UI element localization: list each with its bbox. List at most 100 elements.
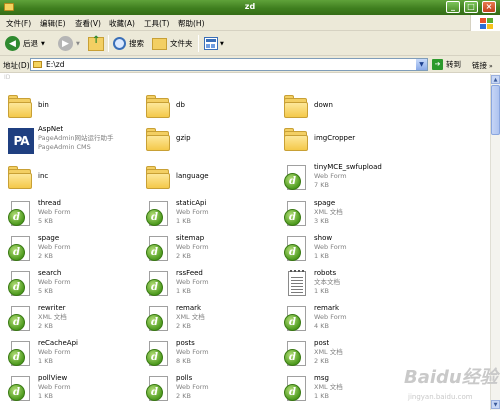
file-text: msg XML 文档 1 KB — [314, 374, 343, 401]
web-form-file-icon: d — [6, 200, 34, 228]
windows-logo-icon — [470, 15, 500, 31]
web-form-file-icon: d — [282, 164, 310, 192]
menu-tools[interactable]: 工具(T) — [144, 18, 169, 29]
web-form-file-icon: d — [6, 375, 34, 403]
go-button[interactable]: ➔ 转到 — [432, 58, 461, 71]
web-form-file-icon: d — [144, 340, 172, 368]
file-name: imgCropper — [314, 134, 356, 142]
app-icon: PA — [6, 126, 34, 154]
folder-item[interactable]: bin — [2, 91, 137, 125]
file-text: post XML 文档 2 KB — [314, 339, 343, 366]
file-name: robots — [314, 269, 337, 277]
file-item[interactable]: d remark XML 文档 2 KB — [140, 303, 275, 337]
file-text: polls Web Form 2 KB — [176, 374, 209, 401]
file-text: posts Web Form 8 KB — [176, 339, 209, 366]
file-item[interactable]: d remark Web Form 4 KB — [278, 303, 413, 337]
file-text: bin — [38, 101, 49, 110]
folder-item[interactable]: inc — [2, 162, 137, 196]
file-detail: 1 KB — [38, 357, 53, 365]
minimize-button[interactable]: _ — [446, 1, 460, 13]
file-item[interactable]: d search Web Form 5 KB — [2, 268, 137, 302]
forward-button[interactable]: ▶ ▼ — [58, 34, 80, 53]
search-label: 搜索 — [129, 39, 144, 48]
file-detail: 2 KB — [176, 322, 191, 330]
file-text: robots 文本文档 1 KB — [314, 269, 340, 296]
file-detail: 5 KB — [38, 217, 53, 225]
file-type: Web Form — [176, 278, 209, 286]
file-item[interactable]: d reCacheApi Web Form 1 KB — [2, 338, 137, 372]
file-item[interactable]: d rewriter XML 文档 2 KB — [2, 303, 137, 337]
file-item[interactable]: PA AspNet PageAdmin网站运行助手 PageAdmin CMS — [2, 124, 137, 158]
folder-item[interactable]: language — [140, 162, 275, 196]
web-form-file-icon: d — [144, 235, 172, 263]
folders-button[interactable]: 文件夹 — [152, 34, 193, 53]
folder-item[interactable]: imgCropper — [278, 124, 413, 158]
file-detail: 2 KB — [38, 252, 53, 260]
file-detail: 1 KB — [176, 217, 191, 225]
search-button[interactable]: 搜索 — [113, 34, 144, 53]
file-item[interactable]: d spage XML 文档 3 KB — [278, 198, 413, 232]
links-button[interactable]: 链接» — [472, 60, 493, 71]
scroll-up-icon[interactable]: ▲ — [491, 75, 500, 84]
menu-file[interactable]: 文件(F) — [6, 18, 31, 29]
scroll-thumb[interactable] — [491, 85, 500, 135]
folder-icon — [144, 164, 172, 192]
go-arrow-icon: ➔ — [432, 59, 443, 70]
menu-view[interactable]: 查看(V) — [75, 18, 101, 29]
file-name: rewriter — [38, 304, 66, 312]
web-form-file-icon: d — [282, 200, 310, 228]
file-type: Web Form — [314, 172, 347, 180]
file-item[interactable]: d msg XML 文档 1 KB — [278, 373, 413, 407]
menu-help[interactable]: 帮助(H) — [178, 18, 205, 29]
address-input[interactable]: E:\zd ▼ — [30, 58, 428, 71]
file-item[interactable]: d rssFeed Web Form 1 KB — [140, 268, 275, 302]
file-list: ID bin db down PA AspNet PageAdmin网站运行助手 PageA… — [0, 74, 490, 410]
file-item[interactable]: d polls Web Form 2 KB — [140, 373, 275, 407]
folder-icon — [282, 126, 310, 154]
watermark: Baidu经验 jingyan.baidu.com — [400, 363, 498, 407]
file-item[interactable]: d tinyMCE_swfupload Web Form 7 KB — [278, 162, 413, 196]
vertical-scrollbar[interactable]: ▲ ▼ — [490, 74, 500, 410]
up-folder-button[interactable]: ↑ — [88, 34, 104, 53]
web-form-file-icon: d — [282, 235, 310, 263]
file-name: down — [314, 101, 333, 109]
close-button[interactable]: × — [482, 1, 496, 13]
chevron-down-icon[interactable]: ▼ — [416, 59, 427, 70]
file-type: PageAdmin网站运行助手 — [38, 134, 114, 142]
views-button[interactable]: ▼ — [204, 34, 224, 53]
up-folder-icon: ↑ — [88, 35, 104, 51]
file-item[interactable]: d staticApi Web Form 1 KB — [140, 198, 275, 232]
file-item[interactable]: d post XML 文档 2 KB — [278, 338, 413, 372]
file-item[interactable]: robots 文本文档 1 KB — [278, 268, 413, 302]
file-item[interactable]: d pollView Web Form 1 KB — [2, 373, 137, 407]
folders-label: 文件夹 — [170, 39, 193, 48]
watermark-url: jingyan.baidu.com — [408, 393, 473, 401]
file-name: db — [176, 101, 185, 109]
file-name: polls — [176, 374, 193, 382]
file-item[interactable]: d sitemap Web Form 2 KB — [140, 233, 275, 267]
menu-favorites[interactable]: 收藏(A) — [109, 18, 135, 29]
web-form-file-icon: d — [282, 305, 310, 333]
file-text: AspNet PageAdmin网站运行助手 PageAdmin CMS — [38, 125, 113, 152]
menu-edit[interactable]: 编辑(E) — [40, 18, 66, 29]
folder-item[interactable]: down — [278, 91, 413, 125]
maximize-button[interactable]: □ — [464, 1, 478, 13]
folder-item[interactable]: db — [140, 91, 275, 125]
file-detail: 3 KB — [314, 217, 329, 225]
file-item[interactable]: d spage Web Form 2 KB — [2, 233, 137, 267]
file-name: post — [314, 339, 330, 347]
chevron-down-icon: ▼ — [41, 40, 45, 47]
file-text: pollView Web Form 1 KB — [38, 374, 71, 401]
back-button[interactable]: ◀ 后退 ▼ — [5, 34, 45, 53]
file-type: XML 文档 — [314, 208, 343, 216]
back-label: 后退 — [23, 39, 38, 48]
file-item[interactable]: d thread Web Form 5 KB — [2, 198, 137, 232]
folder-item[interactable]: gzip — [140, 124, 275, 158]
file-item[interactable]: d show Web Form 1 KB — [278, 233, 413, 267]
file-type: XML 文档 — [314, 383, 343, 391]
file-name: gzip — [176, 134, 191, 142]
web-form-file-icon: d — [144, 200, 172, 228]
folder-icon — [6, 164, 34, 192]
file-item[interactable]: d posts Web Form 8 KB — [140, 338, 275, 372]
file-name: sitemap — [176, 234, 205, 242]
